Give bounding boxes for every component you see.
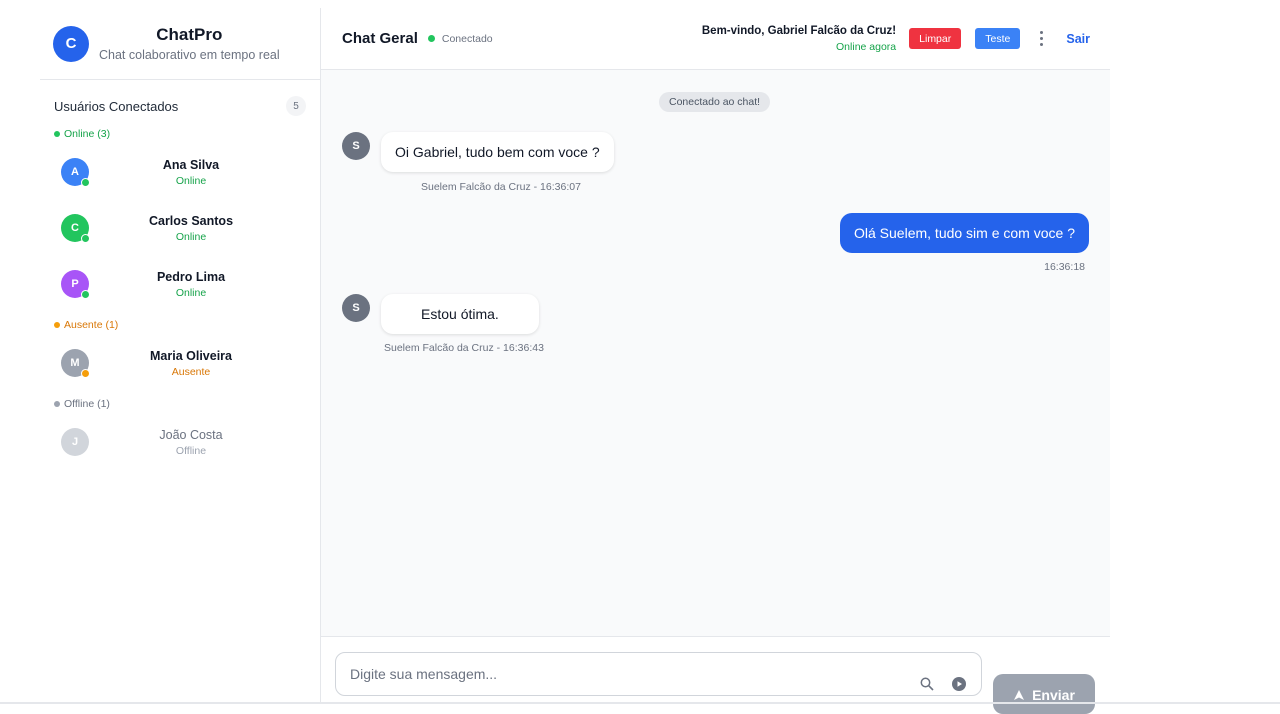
group-label-away: Ausente (1) — [40, 319, 320, 331]
user-status: Offline — [175, 444, 207, 457]
brand-title: ChatPro — [156, 25, 223, 44]
chat-main: Chat Geral Conectado Bem-vindo, Gabriel … — [321, 8, 1110, 714]
group-label-offline: Offline (1) — [40, 398, 320, 410]
message-input-box — [335, 652, 982, 696]
message-meta: Suelem Falcão da Cruz - 16:36:43 — [384, 342, 544, 354]
chat-header: Chat Geral Conectado Bem-vindo, Gabriel … — [321, 8, 1110, 70]
user-name: Ana Silva — [162, 157, 220, 172]
user-status: Ausente — [171, 365, 211, 378]
user-item-carlos-santos[interactable]: C Carlos Santos Online — [40, 200, 320, 256]
clear-button[interactable]: Limpar — [909, 28, 962, 49]
welcome-text: Bem-vindo, Gabriel Falcão da Cruz! — [701, 24, 897, 37]
avatar: S — [342, 132, 370, 160]
message-outgoing: Olá Suelem, tudo sim e com voce ? — [840, 213, 1089, 253]
message-incoming: S Oi Gabriel, tudo bem com voce ? — [342, 132, 614, 172]
users-title: Usuários Conectados — [54, 98, 179, 114]
composer: Enviar — [321, 636, 1110, 714]
search-icon[interactable] — [920, 677, 934, 691]
user-item-ana-silva[interactable]: A Ana Silva Online — [40, 144, 320, 200]
user-item-pedro-lima[interactable]: P Pedro Lima Online — [40, 256, 320, 312]
group-label-online: Online (3) — [40, 128, 320, 140]
brand-header: C ChatPro Chat colaborativo em tempo rea… — [40, 8, 320, 80]
user-status: Online — [175, 230, 207, 243]
offline-dot-icon — [54, 401, 60, 407]
avatar: M — [61, 349, 90, 378]
user-name: Maria Oliveira — [150, 348, 232, 363]
users-header: Usuários Conectados 5 — [40, 80, 320, 116]
message-list: Conectado ao chat! S Oi Gabriel, tudo be… — [321, 70, 1110, 636]
user-item-joao-costa[interactable]: J João Costa Offline — [40, 414, 320, 470]
message-bubble: Oi Gabriel, tudo bem com voce ? — [381, 132, 614, 172]
send-button[interactable]: Enviar — [993, 674, 1095, 714]
online-dot-icon — [54, 131, 60, 137]
test-button[interactable]: Teste — [975, 28, 1021, 49]
avatar: S — [342, 294, 370, 322]
avatar: C — [61, 214, 90, 243]
avatar: P — [61, 270, 90, 299]
user-name: Carlos Santos — [148, 213, 234, 228]
message-meta: Suelem Falcão da Cruz - 16:36:07 — [421, 181, 581, 193]
away-status-icon — [81, 369, 90, 378]
connection-status: Conectado — [441, 32, 493, 45]
avatar: A — [61, 158, 90, 187]
message-bubble: Estou ótima. — [381, 294, 539, 334]
online-status-icon — [81, 290, 90, 299]
chat-title: Chat Geral — [342, 30, 418, 47]
logout-link[interactable]: Sair — [1066, 32, 1090, 46]
users-count-badge: 5 — [286, 96, 306, 116]
away-dot-icon — [54, 322, 60, 328]
message-incoming: S Estou ótima. — [342, 294, 539, 334]
online-status-icon — [81, 234, 90, 243]
arrow-up-icon — [1014, 690, 1025, 700]
user-name: João Costa — [159, 427, 223, 442]
presence-status: Online agora — [836, 40, 897, 53]
sidebar: C ChatPro Chat colaborativo em tempo rea… — [40, 8, 321, 702]
user-status: Online — [175, 286, 207, 299]
record-icon[interactable] — [952, 677, 966, 691]
system-message: Conectado ao chat! — [659, 92, 771, 112]
message-input[interactable] — [350, 666, 890, 682]
more-vertical-icon[interactable] — [1040, 31, 1044, 46]
user-status: Online — [175, 174, 207, 187]
connection-dot-icon — [427, 35, 435, 42]
user-name: Pedro Lima — [156, 269, 226, 284]
chat-app: C ChatPro Chat colaborativo em tempo rea… — [40, 8, 1110, 714]
avatar: J — [61, 428, 89, 456]
online-status-icon — [81, 178, 90, 187]
message-meta: 16:36:18 — [1044, 261, 1085, 273]
user-item-maria-oliveira[interactable]: M Maria Oliveira Ausente — [40, 335, 320, 391]
brand-logo: C — [53, 25, 89, 62]
brand-subtitle: Chat colaborativo em tempo real — [99, 48, 280, 62]
